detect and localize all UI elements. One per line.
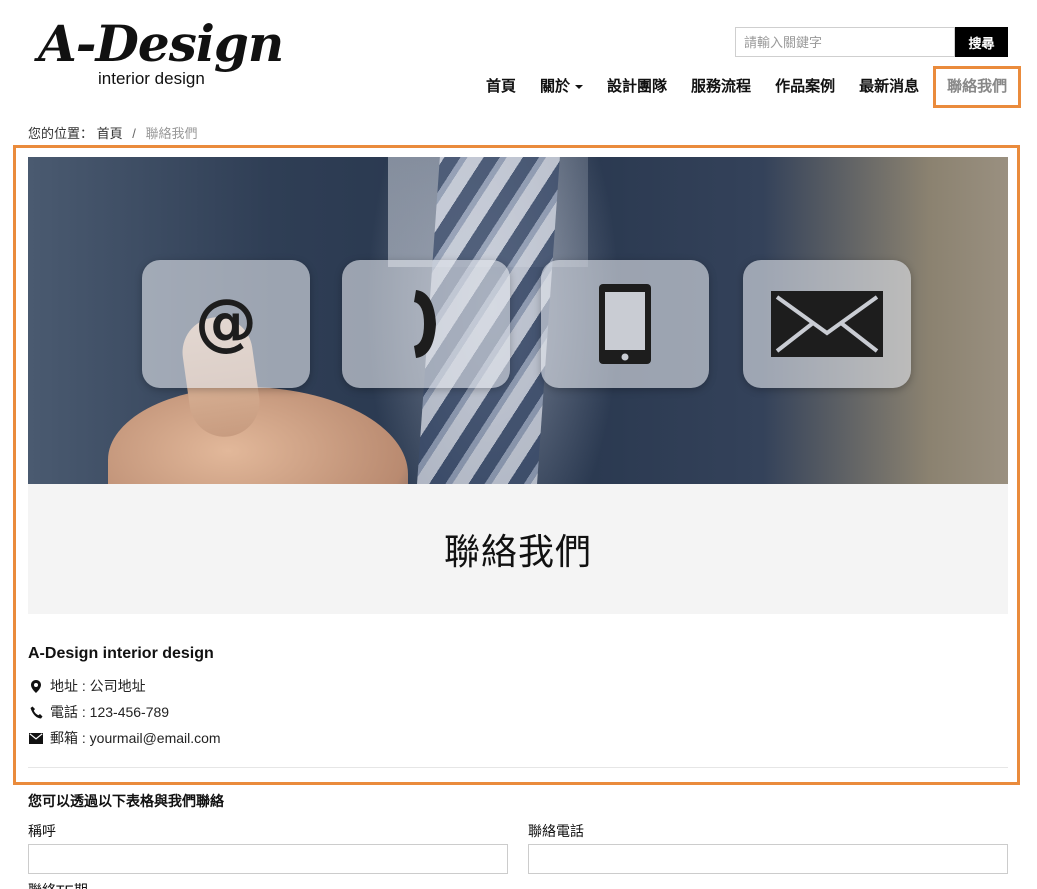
phone-tile xyxy=(342,260,510,388)
nav-label: 最新消息 xyxy=(859,78,920,95)
email-text[interactable]: 郵箱 : yourmail@email.com xyxy=(50,728,221,748)
nav-label: 作品案例 xyxy=(775,78,836,95)
breadcrumb-separator: / xyxy=(132,126,136,141)
smartphone-tile xyxy=(541,260,709,388)
phone-line: 電話 : 123-456-789 xyxy=(28,702,169,722)
nav-item-home[interactable]: 首頁 xyxy=(474,66,528,108)
map-marker-icon xyxy=(28,679,44,693)
phone-text: 電話 : 123-456-789 xyxy=(50,704,170,720)
nav-label: 關於 xyxy=(540,78,571,95)
nav-label: 聯絡我們 xyxy=(947,78,1008,95)
company-name: A-Design interior design xyxy=(28,645,214,662)
nav-item-news[interactable]: 最新消息 xyxy=(847,66,931,108)
breadcrumb: 您的位置： 首頁 / 聯絡我們 xyxy=(28,123,198,142)
search-button[interactable]: 搜尋 xyxy=(955,27,1008,57)
nav-label: 首頁 xyxy=(486,78,517,95)
smartphone-icon xyxy=(599,284,651,364)
svg-text:@: @ xyxy=(195,289,257,358)
logo-wordmark: A-Design xyxy=(38,14,284,73)
field-label-phone: 聯絡電話 xyxy=(528,823,584,839)
site-logo[interactable]: A-Design interior design xyxy=(38,16,288,92)
breadcrumb-current: 聯絡我們 xyxy=(145,126,198,141)
field-label-name: 稱呼 xyxy=(28,823,56,839)
caret-down-icon xyxy=(575,85,584,90)
phone-icon xyxy=(28,705,44,719)
contact-banner-image: @ xyxy=(28,157,1008,484)
form-intro: 您可以透過以下表格與我們聯絡 xyxy=(28,793,224,809)
address-line: 地址 : 公司地址 xyxy=(28,676,146,696)
phone-handset-icon xyxy=(414,290,436,358)
breadcrumb-prefix: 您的位置： xyxy=(28,126,94,141)
page-title-band: 聯絡我們 xyxy=(28,484,1008,614)
breadcrumb-home-link[interactable]: 首頁 xyxy=(97,126,123,141)
nav-label: 服務流程 xyxy=(691,78,752,95)
name-field[interactable] xyxy=(28,844,508,874)
field-label-partial: 聯絡TE期 xyxy=(28,880,88,889)
email-line: 郵箱 : yourmail@email.com xyxy=(28,728,221,748)
nav-item-about[interactable]: 關於 xyxy=(528,66,595,108)
at-sign-icon: @ xyxy=(195,289,257,358)
logo-tagline: interior design xyxy=(98,69,205,88)
section-divider xyxy=(28,767,1008,768)
main-nav: 首頁 關於 設計團隊 服務流程 作品案例 最新消息 聯絡我們 xyxy=(474,66,1022,108)
nav-item-portfolio[interactable]: 作品案例 xyxy=(763,66,847,108)
search-input[interactable] xyxy=(735,27,955,57)
nav-item-service-process[interactable]: 服務流程 xyxy=(679,66,763,108)
envelope-tile xyxy=(743,260,911,388)
envelope-small-icon xyxy=(28,731,44,745)
at-sign-tile: @ xyxy=(142,260,310,388)
page-title: 聯絡我們 xyxy=(443,531,592,572)
address-text: 地址 : 公司地址 xyxy=(50,678,146,694)
search-form: 搜尋 xyxy=(735,27,1008,57)
envelope-icon xyxy=(771,291,883,357)
nav-item-design-team[interactable]: 設計團隊 xyxy=(595,66,679,108)
nav-label: 設計團隊 xyxy=(607,78,668,95)
phone-field[interactable] xyxy=(528,844,1008,874)
nav-item-contact[interactable]: 聯絡我們 xyxy=(933,66,1022,108)
